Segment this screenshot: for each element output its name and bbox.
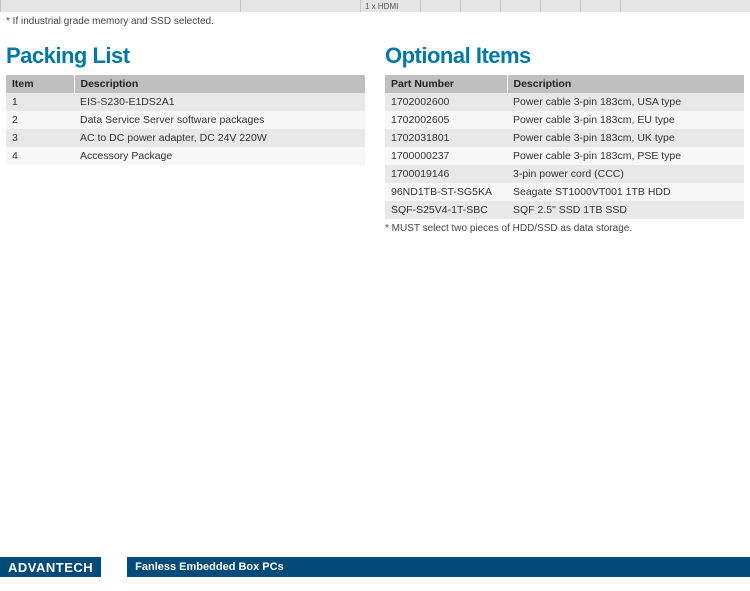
table-row: 96ND1TB-ST-SG5KA Seagate ST1000VT001 1TB… xyxy=(385,183,744,201)
top-table-fragment: 1 x HDMI xyxy=(0,0,750,12)
footer-separator xyxy=(101,557,127,577)
table-row: 3 AC to DC power adapter, DC 24V 220W xyxy=(6,129,365,147)
page-footer: ADVANTECH Fanless Embedded Box PCs xyxy=(0,557,750,577)
table-row: 1702002605 Power cable 3-pin 183cm, EU t… xyxy=(385,111,744,129)
footer-category: Fanless Embedded Box PCs xyxy=(127,561,284,573)
table-row: 1702002600 Power cable 3-pin 183cm, USA … xyxy=(385,93,744,111)
optional-items-footnote: * MUST select two pieces of HDD/SSD as d… xyxy=(385,223,744,234)
packing-list-table: Item Description 1 EIS-S230-E1DS2A1 2 Da… xyxy=(6,75,365,165)
table-row: SQF-S25V4-1T-SBC SQF 2.5" SSD 1TB SSD xyxy=(385,201,744,219)
optional-header-description: Description xyxy=(507,75,744,93)
packing-header-description: Description xyxy=(74,75,365,93)
table-row: 1 EIS-S230-E1DS2A1 xyxy=(6,93,365,111)
packing-list-heading: Packing List xyxy=(6,43,365,69)
table-row: 1702031801 Power cable 3-pin 183cm, UK t… xyxy=(385,129,744,147)
optional-items-heading: Optional Items xyxy=(385,43,744,69)
optional-header-part: Part Number xyxy=(385,75,507,93)
footer-brand-logo: ADVANTECH xyxy=(0,560,101,575)
optional-items-section: Optional Items Part Number Description 1… xyxy=(385,43,744,234)
table-row: 4 Accessory Package xyxy=(6,147,365,165)
table-row: 1700000237 Power cable 3-pin 183cm, PSE … xyxy=(385,147,744,165)
table-row: 2 Data Service Server software packages xyxy=(6,111,365,129)
table-row: 1700019146 3-pin power cord (CCC) xyxy=(385,165,744,183)
packing-list-section: Packing List Item Description 1 EIS-S230… xyxy=(6,43,365,234)
packing-header-item: Item xyxy=(6,75,74,93)
top-footnote: * If industrial grade memory and SSD sel… xyxy=(6,16,750,27)
optional-items-table: Part Number Description 1702002600 Power… xyxy=(385,75,744,219)
